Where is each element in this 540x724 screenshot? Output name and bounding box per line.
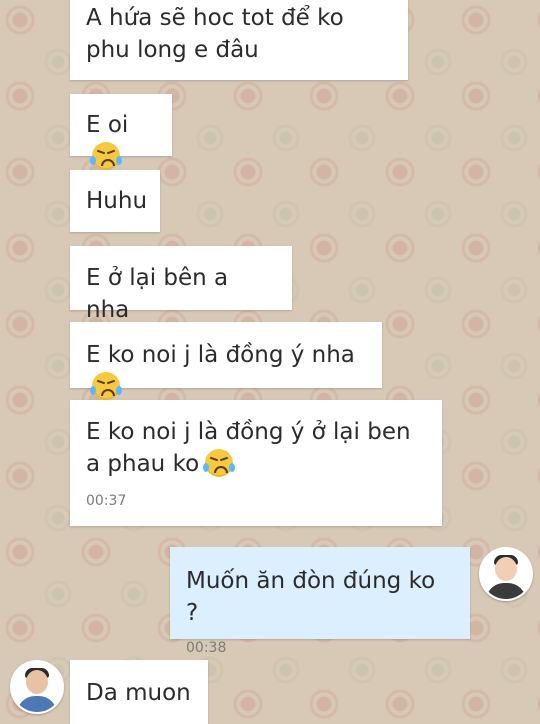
message-text: E oi	[86, 112, 129, 138]
message-bubble-outgoing[interactable]: Muốn ăn đòn đúng ko ? 00:38	[170, 547, 470, 656]
message-text: E ở lại bên a nha	[86, 265, 229, 323]
message-text: A hứa sẽ hoc tot để ko phu long e đâu	[86, 5, 344, 63]
message-bubble[interactable]: E ở lại bên a nha	[70, 246, 292, 323]
message-bubble[interactable]: E ko noi j là đồng ý ở lại ben a phau ko…	[70, 400, 442, 526]
avatar-body	[17, 696, 57, 712]
avatar[interactable]	[479, 547, 533, 601]
message-bubble[interactable]: E ko noi j là đồng ý nha	[70, 322, 382, 400]
crying-face-icon	[90, 142, 122, 170]
avatar-head	[26, 670, 48, 694]
message-text: E ko noi j là đồng ý nha	[86, 342, 355, 368]
message-bubble[interactable]: Da muon	[70, 660, 208, 724]
avatar-body	[486, 583, 526, 599]
avatar-head	[495, 557, 517, 581]
message-timestamp: 00:37	[86, 493, 127, 509]
message-timestamp: 00:38	[186, 640, 227, 656]
message-text: E ko noi j là đồng ý ở lại ben a phau ko	[86, 419, 411, 477]
message-text: Huhu	[86, 188, 148, 214]
avatar[interactable]	[10, 660, 64, 714]
message-text: Muốn ăn đòn đúng ko ?	[186, 568, 436, 626]
message-bubble[interactable]: E oi	[70, 94, 172, 170]
message-bubble[interactable]: A hứa sẽ hoc tot để ko phu long e đâu	[70, 0, 408, 80]
message-bubble[interactable]: Huhu	[70, 170, 160, 232]
crying-face-icon	[90, 372, 122, 400]
crying-face-icon	[203, 449, 236, 477]
message-text: Da muon	[86, 680, 191, 706]
